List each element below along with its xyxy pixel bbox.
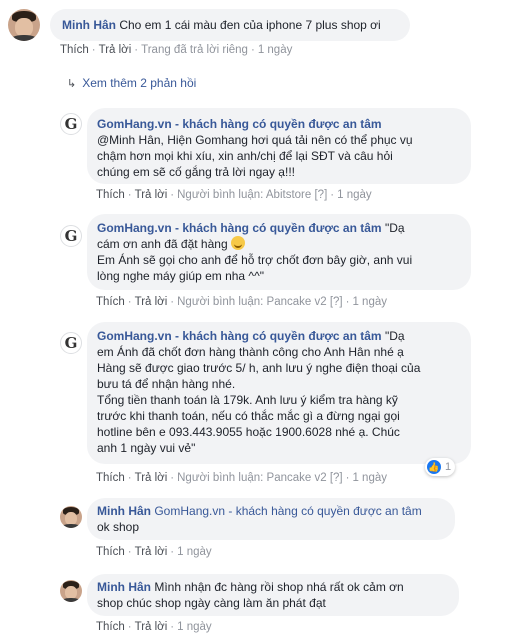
view-more-replies[interactable]: ↳ Xem thêm 2 phản hồi [67, 76, 196, 90]
reply-link[interactable]: Trả lời [135, 472, 168, 484]
page-avatar[interactable]: G [60, 332, 82, 354]
reply-actions: Thích · Trả lời · Người bình luận: Pancake v… [96, 472, 387, 484]
reply-line: cám ơn anh đã đặt hàng [97, 237, 228, 251]
timestamp[interactable]: 1 ngày [258, 44, 293, 56]
reply-line: chậm hơn mọi khi xíu, xin anh/chị để lại… [97, 149, 393, 163]
avatar[interactable] [60, 506, 82, 528]
reply-actions: Thích · Trả lời · Người bình luận: Abitstore… [96, 189, 372, 201]
reply-line: em Ánh đã chốt đơn hàng thành công cho A… [97, 345, 404, 359]
commenter-app: Người bình luận: Pancake v2 [177, 296, 327, 308]
page-avatar[interactable]: G [60, 225, 82, 247]
like-link[interactable]: Thích [96, 621, 125, 633]
reply-link[interactable]: Trả lời [135, 546, 168, 558]
page-name[interactable]: GomHang.vn - khách hàng có quyền được an… [97, 329, 382, 343]
timestamp[interactable]: 1 ngày [337, 189, 372, 201]
reply-line: anh 1 ngày vui vẻ" [97, 441, 196, 455]
timestamp[interactable]: 1 ngày [352, 296, 387, 308]
like-reaction-icon: 👍 [427, 460, 441, 474]
reply-actions: Thích · Trả lời · 1 ngày [96, 546, 212, 558]
page-avatar[interactable]: G [60, 113, 82, 135]
commenter-app: Người bình luận: Abitstore [177, 189, 312, 201]
reply-link[interactable]: Trả lời [135, 189, 168, 201]
comment-actions: Thích · Trả lời · Trang đã trả lời riêng · 1 n… [60, 44, 293, 56]
reply-status: Trang đã trả lời riêng [141, 44, 248, 56]
help-tag[interactable]: [?] [314, 189, 327, 201]
reply-bubble: GomHang.vn - khách hàng có quyền được an… [87, 322, 471, 464]
commenter-name[interactable]: Minh Hân [62, 18, 116, 32]
smile-emoji-icon [230, 236, 245, 250]
reply-link[interactable]: Trả lời [99, 44, 132, 56]
reply-line: Hàng sẽ được giao trước 5/ h, anh lưu ý … [97, 361, 421, 375]
like-link[interactable]: Thích [96, 189, 125, 201]
reply-line: shop chúc shop ngày càng làm ăn phát đạt [97, 596, 326, 610]
commenter-app: Người bình luận: Pancake v2 [177, 472, 327, 484]
reply-bubble: GomHang.vn - khách hàng có quyền được an… [87, 108, 471, 184]
mention-link[interactable]: GomHang.vn - khách hàng có quyền được an… [154, 504, 421, 518]
like-link[interactable]: Thích [96, 296, 125, 308]
avatar[interactable] [8, 9, 40, 41]
reply-link[interactable]: Trả lời [135, 296, 168, 308]
reply-line: trước khi thanh toán, nếu có thắc mắc gì… [97, 409, 400, 423]
reply-bubble: GomHang.vn - khách hàng có quyền được an… [87, 214, 471, 290]
reaction-count[interactable]: 👍 1 [425, 458, 456, 476]
page-name[interactable]: GomHang.vn - khách hàng có quyền được an… [97, 117, 382, 131]
like-link[interactable]: Thích [60, 44, 89, 56]
reply-text: ok shop [97, 520, 140, 534]
like-link[interactable]: Thích [96, 546, 125, 558]
reply-line: Mình nhận đc hàng rồi shop nhá rất ok cả… [154, 580, 404, 594]
reply-line: Tổng tiền thanh toán là 179k. Anh lưu ý … [97, 393, 398, 407]
avatar[interactable] [60, 580, 82, 602]
reply-actions: Thích · Trả lời · Người bình luận: Pancake v… [96, 296, 387, 308]
reply-arrow-icon: ↳ [67, 78, 77, 90]
timestamp[interactable]: 1 ngày [352, 472, 387, 484]
comment-bubble: Minh Hân Cho em 1 cái màu đen của iphone… [50, 9, 410, 41]
help-tag[interactable]: [?] [330, 296, 343, 308]
page-name[interactable]: GomHang.vn - khách hàng có quyền được an… [97, 221, 382, 235]
reply-line: bưu tá để nhận hàng nhé. [97, 377, 236, 391]
reply-actions: Thích · Trả lời · 1 ngày [96, 621, 212, 633]
commenter-name[interactable]: Minh Hân [97, 580, 151, 594]
reply-line: @Minh Hân, Hiện Gomhang hơi quá tải nên … [97, 133, 413, 147]
timestamp[interactable]: 1 ngày [177, 621, 212, 633]
commenter-name[interactable]: Minh Hân [97, 504, 151, 518]
reply-bubble: Minh Hân Mình nhận đc hàng rồi shop nhá … [87, 574, 459, 616]
reply-line: hotline bên e 093.443.9055 hoặc 1900.602… [97, 425, 400, 439]
reply-line: lòng nghe máy giúp em nha ^^" [97, 269, 264, 283]
reply-bubble: Minh Hân GomHang.vn - khách hàng có quyề… [87, 498, 455, 540]
reply-link[interactable]: Trả lời [135, 621, 168, 633]
comment-text: Cho em 1 cái màu đen của iphone 7 plus s… [119, 18, 381, 32]
help-tag[interactable]: [?] [330, 472, 343, 484]
reply-line: Em Ánh sẽ gọi cho anh để hỗ trợ chốt đơn… [97, 253, 413, 267]
like-link[interactable]: Thích [96, 472, 125, 484]
timestamp[interactable]: 1 ngày [177, 546, 212, 558]
reply-line: chúng em sẽ cố gắng trả lời ngay ạ!!! [97, 165, 295, 179]
